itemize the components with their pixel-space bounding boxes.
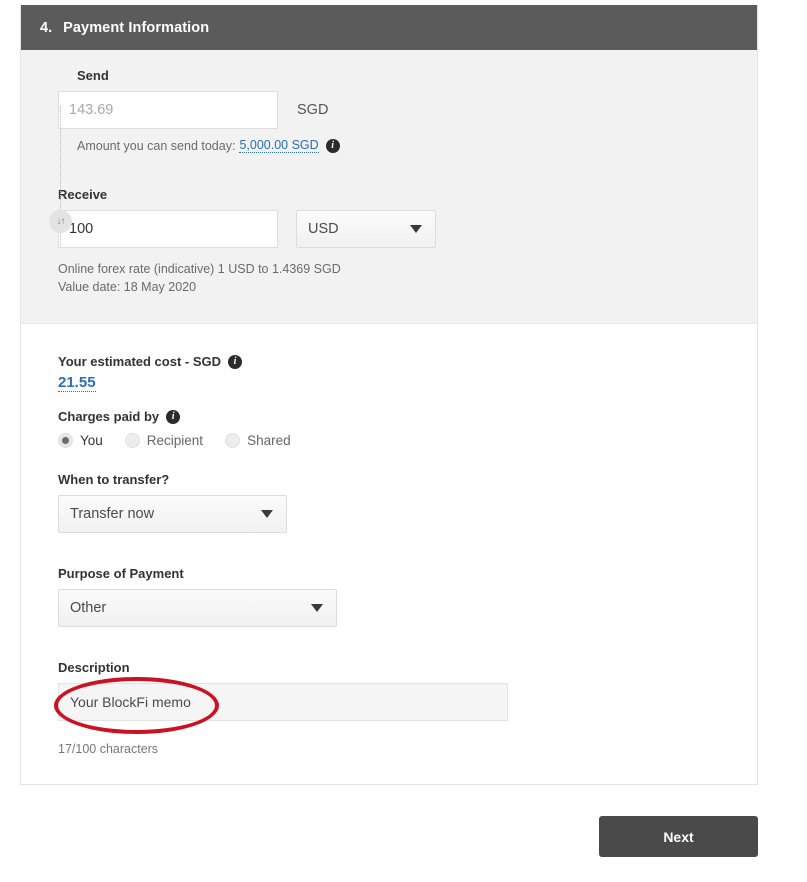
radio-label: Recipient [146, 433, 204, 448]
value-date-note: Value date: 18 May 2020 [58, 280, 197, 294]
radio-indicator [58, 433, 73, 448]
radio-label: You [80, 433, 103, 448]
radio-option-recipient[interactable]: Recipient [124, 433, 204, 448]
send-limit-prefix: Amount you can send today: [77, 138, 236, 153]
radio-option-shared[interactable]: Shared [225, 433, 291, 448]
send-limit-note: Amount you can send today: 5,000.00 SGD … [77, 138, 757, 153]
chevron-down-icon [410, 225, 422, 233]
next-button[interactable]: Next [599, 816, 758, 857]
step-number: 4. [40, 19, 53, 36]
radio-indicator [124, 433, 140, 448]
swap-vertical-icon[interactable]: ↓↑ [49, 210, 72, 233]
send-limit-value-link[interactable]: 5,000.00 SGD [239, 138, 319, 153]
purpose-of-payment-label: Purpose of Payment [58, 566, 184, 581]
description-field-wrap [54, 677, 757, 734]
payment-information-card: 4. Payment Information ↓↑ Send SGD Amoun… [20, 5, 758, 785]
when-to-transfer-value: Transfer now [70, 506, 155, 522]
estimated-cost-label: Your estimated cost - SGD [58, 354, 222, 369]
send-currency-label: SGD [297, 102, 329, 118]
page-title: Payment Information [63, 19, 210, 36]
payment-details-section: Your estimated cost - SGD i 21.55 Charge… [21, 324, 757, 784]
receive-row: USD [58, 210, 757, 248]
description-label: Description [58, 660, 130, 675]
estimated-cost-label-row: Your estimated cost - SGD i [58, 354, 757, 369]
info-icon[interactable]: i [228, 354, 243, 369]
receive-amount-input[interactable] [58, 210, 278, 248]
card-header: 4. Payment Information [21, 5, 757, 50]
receive-label: Receive [58, 187, 108, 202]
receive-currency-select[interactable]: USD [296, 210, 436, 248]
forex-rate-note: Online forex rate (indicative) 1 USD to … [58, 262, 341, 276]
charges-paid-by-radio-group: You Recipient Shared [58, 433, 757, 448]
when-to-transfer-select[interactable]: Transfer now [58, 495, 287, 533]
purpose-of-payment-value: Other [70, 600, 107, 616]
purpose-of-payment-select[interactable]: Other [58, 589, 337, 627]
chevron-down-icon [261, 510, 273, 518]
charges-paid-by-label-row: Charges paid by i [58, 409, 757, 424]
when-to-transfer-label: When to transfer? [58, 472, 170, 487]
radio-option-you[interactable]: You [58, 433, 103, 448]
info-icon[interactable]: i [325, 138, 340, 153]
send-amount-input[interactable] [58, 91, 278, 129]
description-input[interactable] [58, 683, 508, 721]
receive-currency-value: USD [308, 221, 339, 237]
info-icon[interactable]: i [166, 409, 181, 424]
currency-conversion-panel: ↓↑ Send SGD Amount you can send today: 5… [21, 50, 757, 324]
send-label: Send [77, 68, 109, 83]
radio-indicator [225, 433, 241, 448]
charges-paid-by-label: Charges paid by [58, 409, 160, 424]
description-character-count: 17/100 characters [58, 742, 159, 756]
radio-label: Shared [247, 433, 291, 448]
estimated-cost-value[interactable]: 21.55 [58, 374, 96, 392]
send-row: SGD [58, 91, 757, 129]
chevron-down-icon [311, 604, 323, 612]
